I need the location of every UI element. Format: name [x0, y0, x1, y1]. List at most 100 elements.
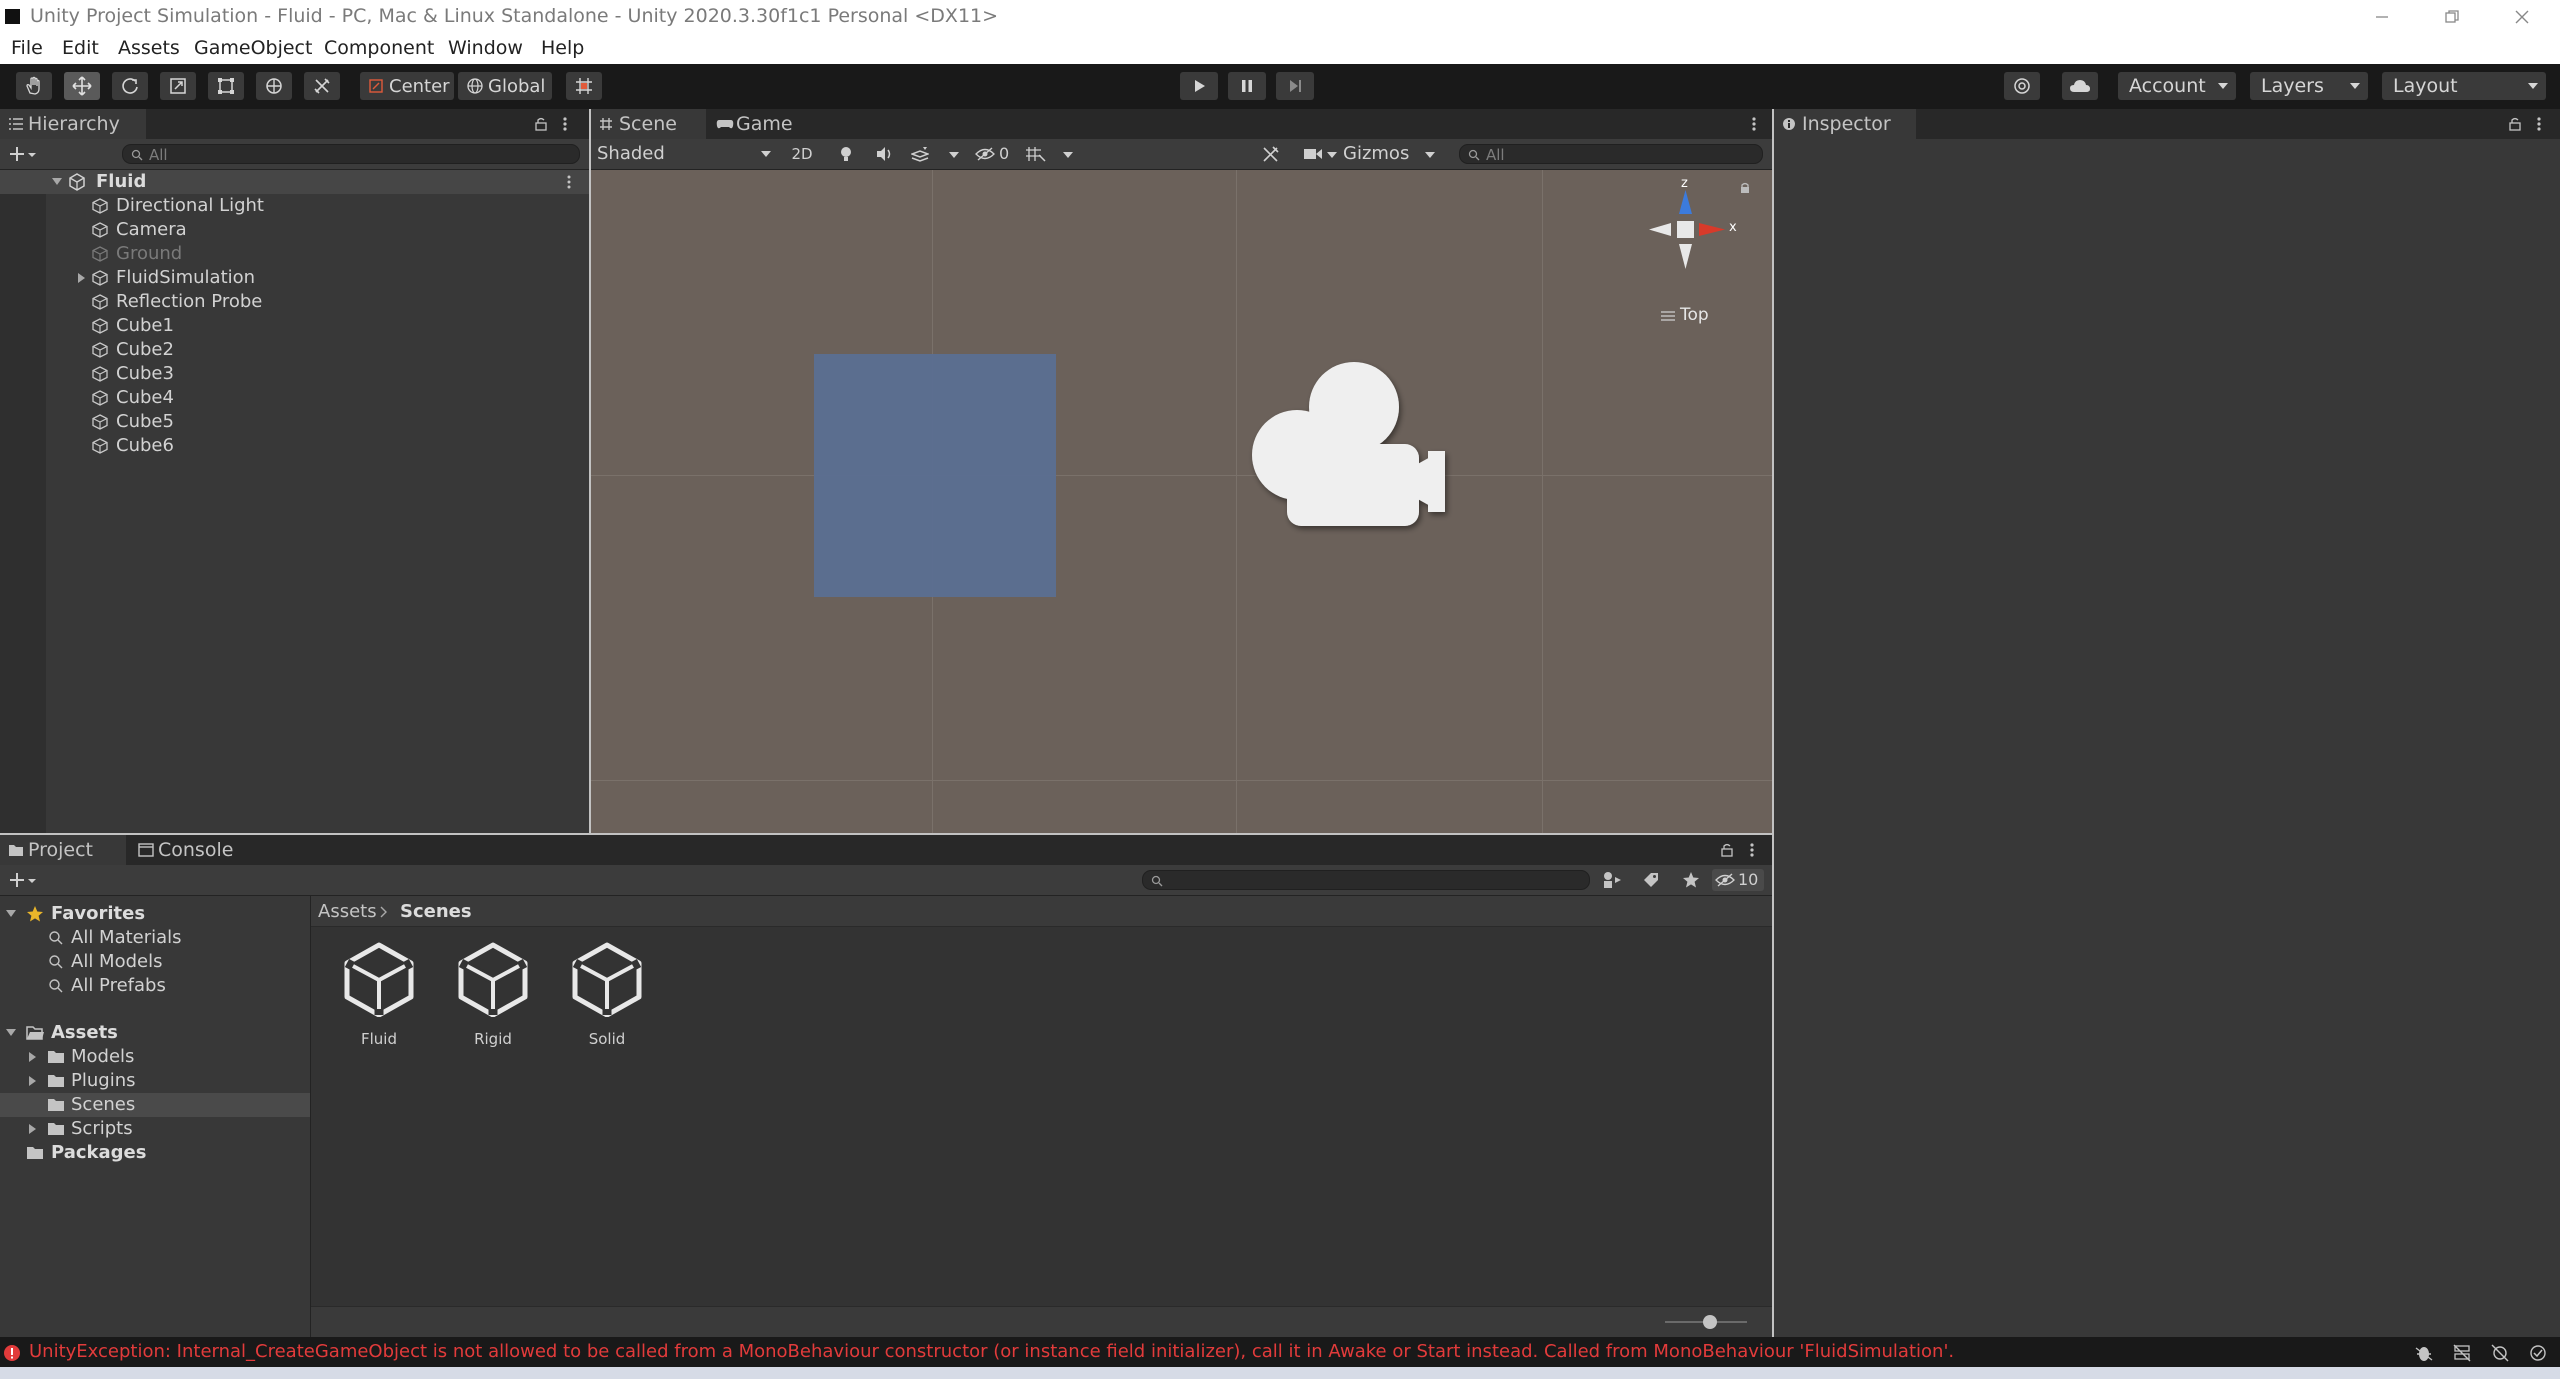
tab-hierarchy[interactable]: Hierarchy [0, 109, 146, 139]
orientation-label[interactable]: Top [1661, 305, 1709, 327]
step-button[interactable] [1276, 72, 1314, 100]
play-button[interactable] [1180, 72, 1218, 100]
close-window-button[interactable] [2492, 0, 2552, 33]
rect-tool-button[interactable] [208, 72, 244, 100]
camera-settings-icon[interactable] [1303, 147, 1323, 161]
menu-edit[interactable]: Edit [62, 37, 99, 59]
auto-generate-lighting-icon[interactable] [2490, 1343, 2510, 1363]
scene-search-input[interactable]: All [1459, 144, 1763, 164]
minimize-button[interactable] [2352, 0, 2412, 33]
expand-down-icon[interactable] [6, 910, 16, 918]
kebab-menu-icon[interactable] [2536, 116, 2542, 132]
hierarchy-item[interactable]: Cube5 [0, 410, 589, 434]
menu-file[interactable]: File [11, 37, 43, 59]
rotate-tool-button[interactable] [112, 72, 148, 100]
lock-icon[interactable] [534, 117, 548, 131]
hierarchy-search-input[interactable]: All [122, 144, 580, 164]
cache-server-icon[interactable] [2452, 1343, 2472, 1363]
favorites-item[interactable]: All Materials [0, 926, 310, 950]
layout-dropdown[interactable]: Layout [2382, 72, 2546, 100]
tab-game[interactable]: Game [708, 109, 808, 139]
kebab-menu-icon[interactable] [1751, 116, 1757, 132]
lock-icon[interactable] [2508, 117, 2522, 131]
orientation-gizmo[interactable]: z x [1641, 176, 1761, 300]
scene-file-tile[interactable]: Rigid [443, 941, 543, 1061]
chevron-down-icon[interactable] [1327, 152, 1337, 158]
expand-down-icon[interactable] [6, 1029, 16, 1037]
hierarchy-item[interactable]: Cube4 [0, 386, 589, 410]
hierarchy-item[interactable]: Cube1 [0, 314, 589, 338]
mode-2d-toggle[interactable]: 2D [783, 143, 821, 165]
add-plus-icon[interactable] [9, 145, 37, 163]
menu-component[interactable]: Component [324, 37, 434, 59]
scene-root-row[interactable]: Fluid [0, 170, 589, 194]
lightbulb-icon[interactable] [838, 145, 854, 163]
favorites-row[interactable]: Favorites [0, 902, 310, 926]
kebab-menu-icon[interactable] [1749, 842, 1755, 858]
chevron-down-icon[interactable] [949, 152, 959, 158]
menu-help[interactable]: Help [541, 37, 584, 59]
status-message[interactable]: UnityException: Internal_CreateGameObjec… [29, 1341, 1954, 1362]
favorites-item[interactable]: All Prefabs [0, 974, 310, 998]
zoom-slider-thumb[interactable] [1703, 1315, 1718, 1329]
hand-tool-button[interactable] [16, 72, 52, 100]
favorites-item[interactable]: All Models [0, 950, 310, 974]
kebab-menu-icon[interactable] [562, 116, 568, 132]
assets-folder-item[interactable]: Scenes [0, 1093, 310, 1117]
progress-check-icon[interactable] [2528, 1343, 2548, 1363]
menu-assets[interactable]: Assets [118, 37, 180, 59]
assets-folder-item[interactable]: Scripts [0, 1117, 310, 1141]
hierarchy-item[interactable]: Cube6 [0, 434, 589, 458]
hierarchy-item[interactable]: Directional Light [0, 194, 589, 218]
scene-file-tile[interactable]: Solid [557, 941, 657, 1061]
pivot-rotation-toggle[interactable]: Global [458, 72, 552, 100]
breadcrumb-scenes[interactable]: Scenes [400, 901, 472, 922]
tag-icon[interactable] [1642, 871, 1660, 889]
pivot-mode-toggle[interactable]: Center [360, 72, 454, 100]
menu-window[interactable]: Window [448, 37, 523, 59]
tools-icon[interactable] [1261, 145, 1281, 163]
effects-icon[interactable] [911, 146, 929, 162]
lock-icon[interactable] [1739, 182, 1751, 194]
lock-icon[interactable] [1720, 843, 1734, 857]
transform-tool-button[interactable] [256, 72, 292, 100]
project-search-input[interactable] [1142, 870, 1590, 890]
kebab-menu-icon[interactable] [566, 174, 572, 190]
expand-down-icon[interactable] [52, 178, 62, 186]
tab-inspector[interactable]: Inspector [1774, 109, 1916, 139]
layers-dropdown[interactable]: Layers [2250, 72, 2368, 100]
hierarchy-item[interactable]: FluidSimulation [0, 266, 589, 290]
packages-row[interactable]: Packages [0, 1141, 310, 1165]
menu-gameobject[interactable]: GameObject [194, 37, 312, 59]
camera-gizmo-icon[interactable] [1231, 358, 1491, 544]
tab-console[interactable]: Console [130, 835, 260, 865]
hierarchy-item[interactable]: Cube3 [0, 362, 589, 386]
account-dropdown[interactable]: Account [2118, 72, 2236, 100]
add-plus-icon[interactable] [9, 871, 37, 889]
hidden-packages-toggle[interactable]: 10 [1712, 869, 1764, 891]
hierarchy-item[interactable]: Cube2 [0, 338, 589, 362]
move-tool-button[interactable] [64, 72, 100, 100]
star-icon[interactable] [1682, 871, 1700, 889]
gizmos-dropdown[interactable]: Gizmos [1343, 143, 1443, 165]
tab-scene[interactable]: Scene [591, 109, 706, 139]
assets-folder-item[interactable]: Models [0, 1045, 310, 1069]
hierarchy-item[interactable]: Camera [0, 218, 589, 242]
grid-visibility-icon[interactable] [1025, 145, 1047, 163]
assets-root-row[interactable]: Assets [0, 1021, 310, 1045]
restore-button[interactable] [2422, 0, 2482, 33]
hierarchy-item[interactable]: Reflection Probe [0, 290, 589, 314]
tab-project[interactable]: Project [0, 835, 126, 865]
search-by-type-icon[interactable] [1602, 871, 1622, 889]
collab-button[interactable] [2004, 72, 2040, 100]
cube-object[interactable] [814, 354, 1056, 597]
hierarchy-item[interactable]: Ground [0, 242, 589, 266]
debug-bug-icon[interactable] [2414, 1343, 2434, 1363]
custom-tool-button[interactable] [304, 72, 340, 100]
audio-icon[interactable] [875, 146, 893, 162]
hidden-objects-toggle[interactable]: 0 [975, 143, 1017, 165]
pause-button[interactable] [1228, 72, 1266, 100]
scene-viewport[interactable]: z x Top [591, 170, 1772, 833]
snap-grid-button[interactable] [566, 72, 602, 100]
breadcrumb-assets[interactable]: Assets [318, 901, 377, 922]
